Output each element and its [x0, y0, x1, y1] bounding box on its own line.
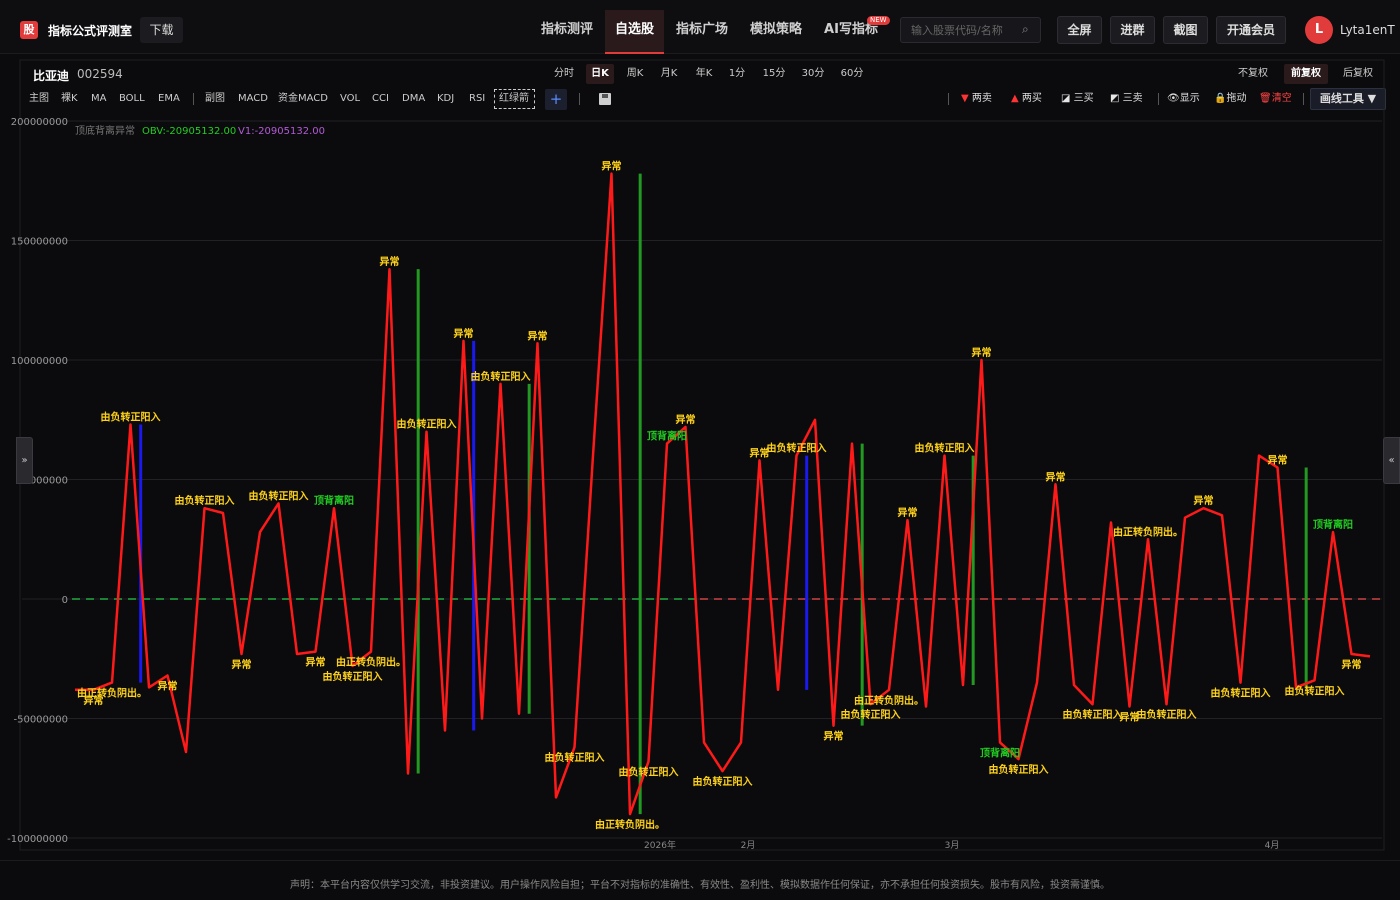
signal-annotation: 异常 — [380, 255, 400, 268]
signal-annotation: 由负转正阳入 — [323, 670, 383, 683]
signal-annotation: 顶背离阳 — [314, 494, 354, 507]
expand-left-handle[interactable]: » — [16, 437, 33, 484]
y-tick-label: 100000000 — [11, 356, 68, 367]
obv-chart[interactable]: 200000000150000000100000000500000000-500… — [0, 0, 1400, 860]
signal-annotation: 由正转负阴出。 — [1113, 525, 1183, 538]
collapse-right-handle[interactable]: « — [1383, 437, 1400, 484]
signal-annotation: 由负转正阳入 — [1211, 687, 1271, 700]
signal-annotation: 异常 — [972, 346, 992, 359]
signal-annotation: 异常 — [306, 656, 326, 669]
signal-annotation: 由正转负阴出。 — [77, 687, 147, 700]
signal-annotation: 异常 — [676, 413, 696, 426]
signal-annotation: 异常 — [602, 160, 622, 173]
signal-annotation: 由正转负阴出。 — [595, 818, 665, 831]
y-tick-label: 0 — [62, 595, 68, 606]
signal-annotation: 由负转正阳入 — [1285, 684, 1345, 697]
signal-annotation: 异常 — [528, 329, 548, 342]
x-tick-label: 2026年 — [644, 839, 676, 851]
y-tick-label: 150000000 — [11, 237, 68, 248]
y-tick-label: 200000000 — [11, 117, 68, 128]
signal-annotation: 由负转正阳入 — [619, 766, 679, 779]
legend-item: V1:-20905132.00 — [238, 126, 325, 137]
signal-annotation: 由负转正阳入 — [175, 494, 235, 507]
legend-item: OBV:-20905132.00 — [142, 126, 236, 137]
signal-annotation: 由负转正阳入 — [249, 489, 309, 502]
signal-annotation: 异常 — [232, 658, 252, 671]
legend-title: 顶底背离异常 — [75, 124, 135, 137]
signal-annotation: 顶背离阳 — [647, 430, 687, 443]
signal-annotation: 由负转正阳入 — [841, 708, 901, 721]
signal-annotation: 由负转正阳入 — [1063, 708, 1123, 721]
disclaimer: 声明：本平台内容仅供学习交流，非投资建议。用户操作风险自担；平台不对指标的准确性… — [290, 880, 1110, 891]
signal-annotation: 顶背离阳 — [980, 746, 1020, 759]
x-tick-label: 4月 — [1265, 840, 1280, 851]
signal-annotation: 顶背离阳 — [1313, 518, 1353, 531]
signal-annotation: 由负转正阳入 — [545, 751, 605, 764]
signal-annotation: 由负转正阳入 — [693, 775, 753, 788]
signal-annotation: 异常 — [454, 327, 474, 340]
signal-annotation: 异常 — [1342, 658, 1362, 671]
signal-annotation: 由负转正阳入 — [989, 763, 1049, 776]
signal-annotation: 由负转正阳入 — [471, 370, 531, 383]
signal-annotation: 由负转正阳入 — [101, 411, 161, 424]
signal-annotation: 由负转正阳入 — [915, 442, 975, 455]
y-tick-label: -50000000 — [13, 715, 68, 726]
signal-annotation: 由负转正阳入 — [767, 442, 827, 455]
signal-annotation: 由负转正阳入 — [397, 418, 457, 431]
y-tick-label: -100000000 — [7, 834, 68, 845]
signal-annotation: 异常 — [1046, 470, 1066, 483]
signal-annotation: 异常 — [1194, 494, 1214, 507]
signal-annotation: 由正转负阴出。 — [854, 694, 924, 707]
signal-annotation: 异常 — [1268, 454, 1288, 467]
chart-panel-border — [19, 59, 1385, 851]
signal-annotation: 异常 — [824, 730, 844, 743]
signal-annotation: 由正转负阴出。 — [336, 656, 406, 669]
x-tick-label: 2月 — [741, 840, 756, 851]
signal-annotation: 异常 — [158, 679, 178, 692]
signal-annotation: 由负转正阳入 — [1137, 708, 1197, 721]
signal-annotation: 异常 — [898, 506, 918, 519]
x-tick-label: 3月 — [945, 840, 960, 851]
